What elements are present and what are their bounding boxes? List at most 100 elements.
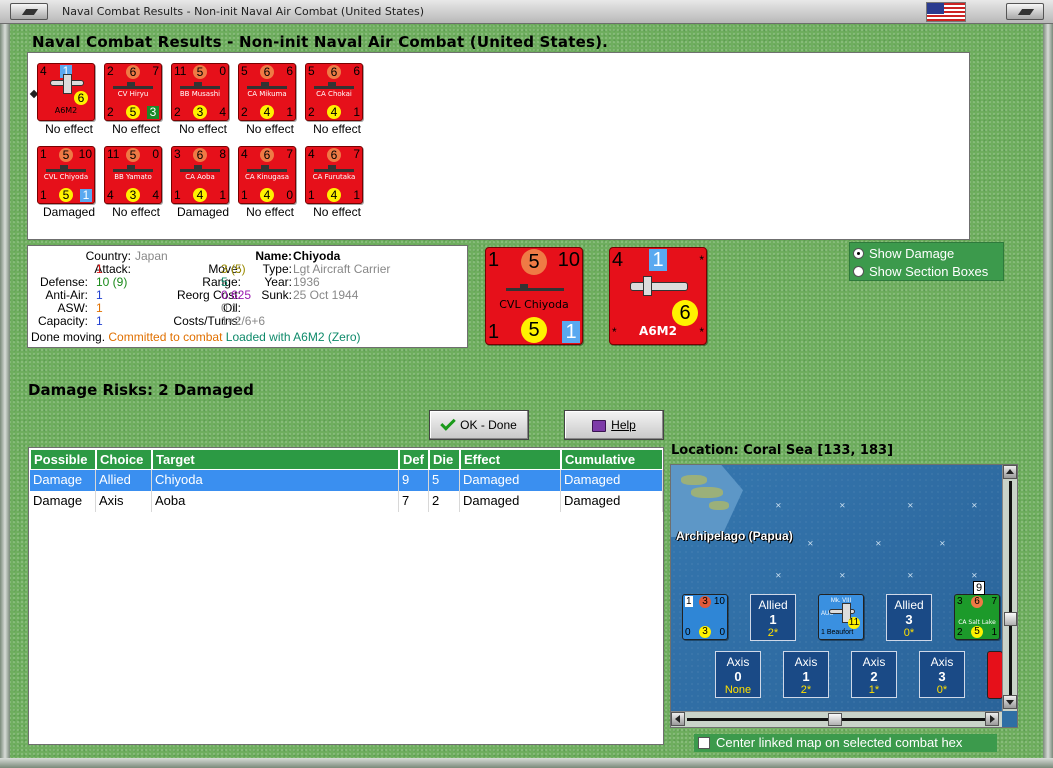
wave-icon: ⨯ — [971, 501, 978, 510]
close-window-button[interactable] — [1006, 3, 1044, 20]
cell-def: 7 — [399, 491, 429, 512]
result-unit-chokai[interactable]: 5 6 6 CA Chokai 2 4 1 No effect — [305, 63, 371, 141]
bottom-frame — [0, 758, 1053, 768]
counter-attack: 4 — [308, 147, 315, 161]
scroll-thumb[interactable] — [828, 713, 842, 726]
combat-results-panel: 4 1 A6M2 6 No effect 2 6 7 CV Hiryu 2 5 … — [27, 52, 970, 240]
counter-defense: 7 — [286, 147, 293, 161]
capacity-label: Capacity: — [37, 314, 88, 328]
cell-def: 9 — [399, 470, 429, 491]
sunk-value: 25 Oct 1944 — [293, 288, 359, 302]
show-section-boxes-radio[interactable] — [853, 266, 864, 277]
counter-star: * — [699, 253, 704, 267]
help-button[interactable]: Help — [564, 410, 664, 440]
type-label: Type: — [262, 262, 292, 276]
counter-defense: 6 — [353, 64, 360, 78]
scroll-left-button[interactable] — [671, 712, 685, 726]
wave-icon: ⨯ — [875, 539, 882, 548]
counter-bm: 4 — [260, 188, 274, 202]
result-effect: No effect — [313, 205, 361, 219]
counter-attack: 5 — [308, 64, 315, 78]
window-menu-button[interactable] — [10, 3, 48, 20]
counter-attack: 1 — [488, 249, 500, 271]
counter-bm: 5 — [521, 317, 547, 343]
damage-risks-summary: Damage Risks: 2 Damaged — [28, 381, 254, 399]
col-possible[interactable]: Possible — [30, 449, 96, 470]
scroll-thumb[interactable] — [1004, 612, 1017, 626]
map-stack-counter[interactable]: 1 3 10 0 3 0 — [682, 594, 728, 640]
counter-bl: 1 — [488, 321, 500, 343]
counter-top-mid: 6 — [327, 65, 341, 79]
result-unit-kinugasa[interactable]: 4 6 7 CA Kinugasa 1 4 0 No effect — [238, 146, 304, 224]
unit-counter: 3 6 8 CA Aoba 1 4 1 — [171, 146, 229, 204]
counter-defense: 7 — [152, 64, 159, 78]
ok-done-button[interactable]: OK - Done — [429, 410, 529, 440]
axis-section-box-2[interactable]: Axis 2 1* — [851, 651, 897, 698]
counter-br: 0 — [286, 188, 293, 202]
ship-icon — [113, 82, 153, 89]
map-stack-counter[interactable]: 3 6 7 CA Salt Lake 2 5 1 — [954, 594, 1000, 640]
show-damage-option[interactable]: Show Damage — [853, 246, 954, 261]
counter-top-mid: 5 — [193, 65, 207, 79]
col-effect[interactable]: Effect — [460, 449, 561, 470]
show-damage-radio[interactable] — [853, 248, 864, 259]
center-map-option[interactable]: Center linked map on selected combat hex — [694, 734, 997, 752]
col-die[interactable]: Die — [429, 449, 460, 470]
col-def[interactable]: Def — [399, 449, 429, 470]
result-unit-mikuma[interactable]: 5 6 6 CA Mikuma 2 4 1 No effect — [238, 63, 304, 141]
counter-bl: 2 — [957, 627, 963, 638]
result-unit-chiyoda[interactable]: 1 5 10 CVL Chiyoda 1 5 1 Damaged — [37, 146, 103, 224]
counter-name: A6M2 — [639, 324, 677, 338]
axis-section-box-0[interactable]: Axis 0 None — [715, 651, 761, 698]
ship-icon — [180, 82, 220, 89]
counter-bl: 1 — [308, 188, 315, 202]
axis-section-box-1[interactable]: Axis 1 2* — [783, 651, 829, 698]
cell-target: Chiyoda — [152, 470, 399, 491]
unit-counter: 4 6 7 CA Furutaka 1 4 1 — [305, 146, 363, 204]
result-unit-aoba[interactable]: 3 6 8 CA Aoba 1 4 1 Damaged — [171, 146, 237, 224]
col-cumulative[interactable]: Cumulative — [561, 449, 663, 470]
allied-section-box-3[interactable]: Allied 3 0* — [886, 594, 932, 641]
wave-icon: ⨯ — [807, 539, 814, 548]
result-unit-a6m2[interactable]: 4 1 A6M2 6 No effect — [37, 63, 103, 141]
scroll-up-button[interactable] — [1003, 465, 1017, 479]
ship-icon — [247, 82, 287, 89]
show-section-boxes-option[interactable]: Show Section Boxes — [853, 264, 988, 279]
result-unit-musashi[interactable]: 11 5 0 BB Musashi 2 3 4 No effect — [171, 63, 237, 141]
counter-br: 1 — [286, 105, 293, 119]
map-stack-counter[interactable]: Mk. VIII AUS 11 1 Beaufort — [818, 594, 864, 640]
scroll-down-button[interactable] — [1003, 695, 1017, 709]
scroll-right-button[interactable] — [985, 712, 999, 726]
counter-bm: 4 — [327, 188, 341, 202]
cell-possible: Damage — [30, 491, 96, 512]
counter-tm: 3 — [699, 596, 711, 608]
axis-section-box-3[interactable]: Axis 3 0* — [919, 651, 965, 698]
unit-counter: 1 5 10 CVL Chiyoda 1 5 1 — [37, 146, 95, 204]
reorg-value: 0.625 — [221, 288, 252, 302]
allied-section-box-1[interactable]: Allied 1 2* — [750, 594, 796, 641]
counter-top-mid: 6 — [260, 65, 274, 79]
map-vertical-scrollbar[interactable] — [1002, 465, 1017, 711]
combat-map[interactable]: Archipelago (Papua) ⨯ ⨯ ⨯ ⨯ ⨯ ⨯ ⨯ ⨯ ⨯ ⨯ … — [670, 464, 1018, 728]
counter-bm: 5 — [59, 188, 73, 202]
col-target[interactable]: Target — [152, 449, 399, 470]
defense-value: 10 (9) — [96, 275, 128, 289]
us-flag-icon — [926, 2, 966, 22]
arrow-left-icon — [675, 715, 680, 723]
map-area-label: Archipelago (Papua) — [676, 529, 793, 543]
col-choice[interactable]: Choice — [96, 449, 152, 470]
center-map-checkbox[interactable] — [698, 737, 710, 749]
result-unit-yamato[interactable]: 11 5 0 BB Yamato 4 3 4 No effect — [104, 146, 170, 224]
axis-counter-partial[interactable] — [987, 651, 1003, 699]
counter-name: CA Salt Lake — [958, 619, 996, 626]
plane-icon — [50, 74, 84, 94]
name-label: Name: — [255, 249, 292, 263]
result-unit-furutaka[interactable]: 4 6 7 CA Furutaka 1 4 1 No effect — [305, 146, 371, 224]
map-horizontal-scrollbar[interactable] — [671, 711, 1002, 727]
counter-name: CA Furutaka — [312, 173, 356, 181]
counter-defense: 0 — [219, 64, 226, 78]
antiair-label: Anti-Air: — [45, 288, 88, 302]
location-label: Location: Coral Sea [133, 183] — [671, 443, 894, 458]
result-unit-hiryu[interactable]: 2 6 7 CV Hiryu 2 5 3 No effect — [104, 63, 170, 141]
cell-cumulative: Damaged — [561, 470, 663, 491]
